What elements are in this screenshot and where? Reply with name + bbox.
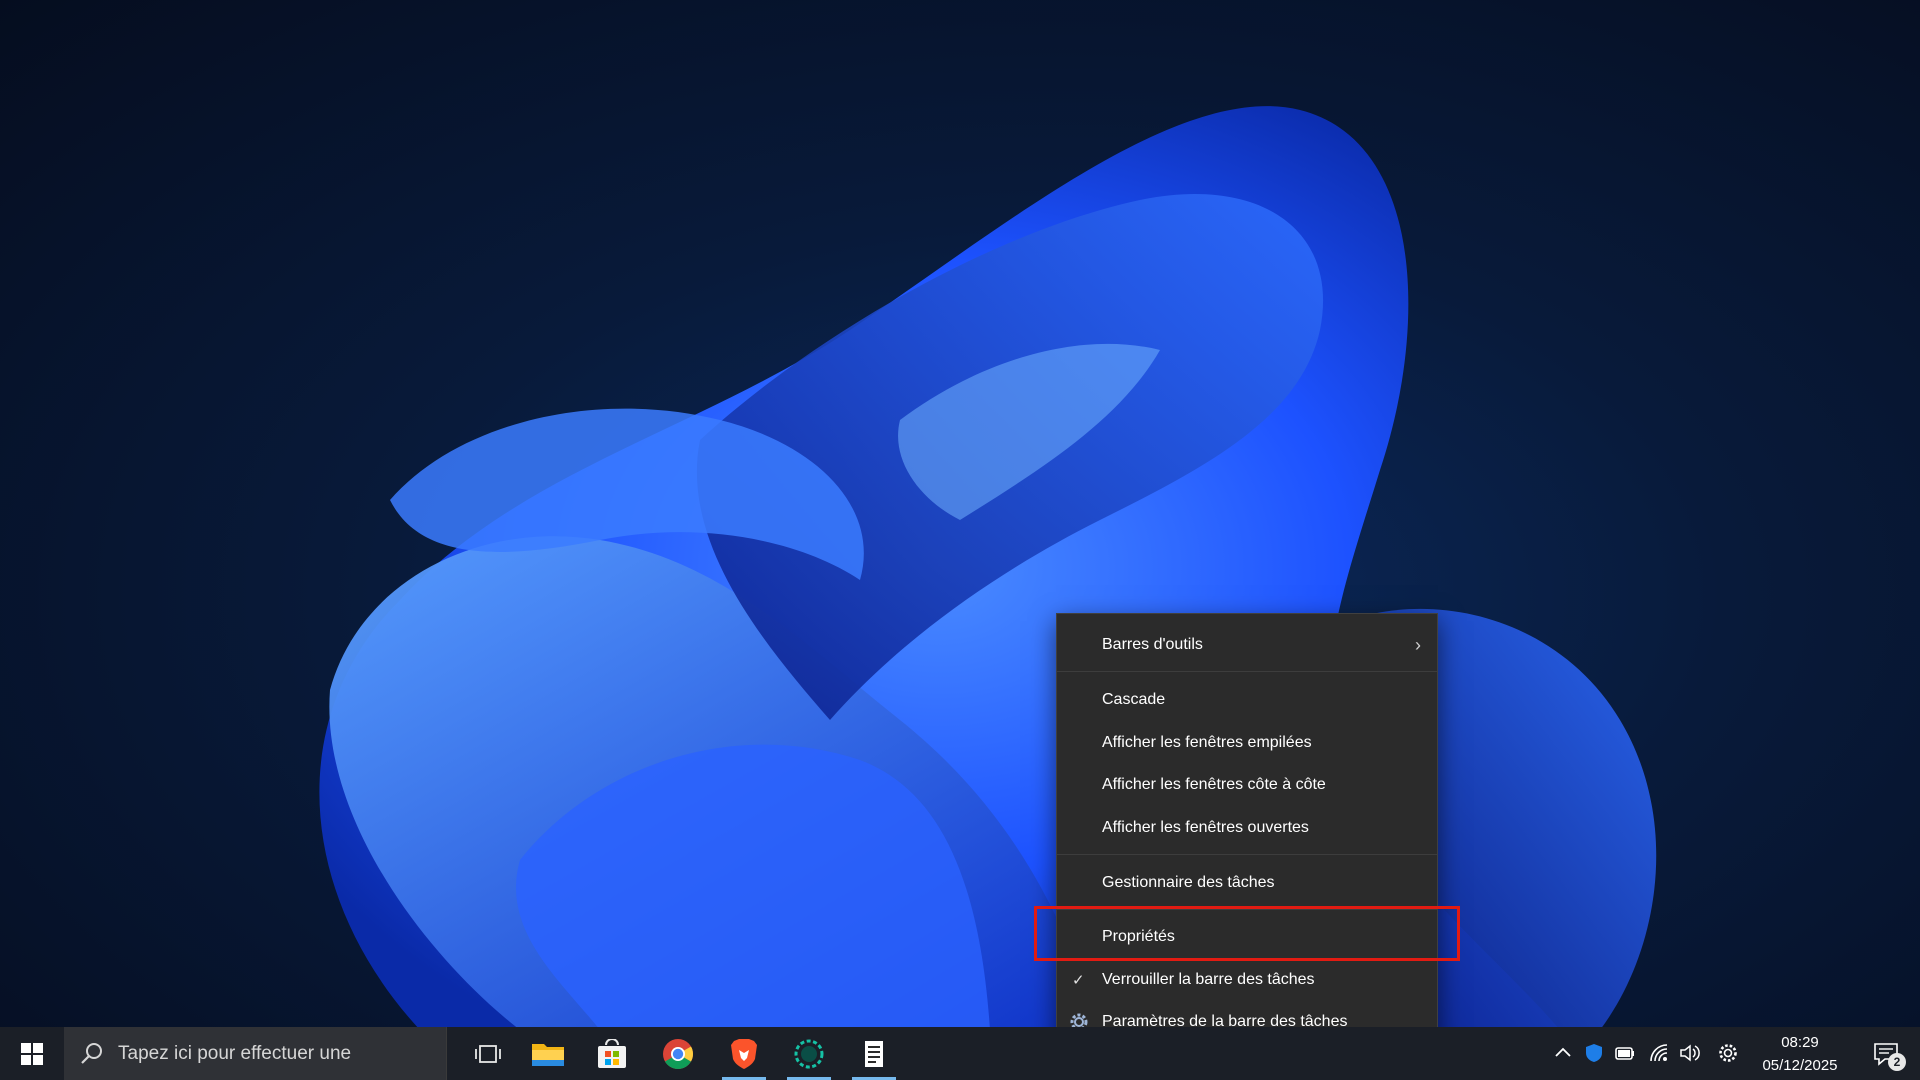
notepad-app-button[interactable] (846, 1027, 902, 1080)
circle-app-icon (794, 1039, 824, 1068)
menu-item-lock-taskbar[interactable]: ✓ Verrouiller la barre des tâches (1057, 960, 1437, 1000)
clock-time: 08:29 (1781, 1034, 1819, 1051)
notification-center-button[interactable]: 2 (1862, 1027, 1912, 1080)
menu-item-stacked-windows[interactable]: Afficher les fenêtres empilées (1057, 723, 1437, 763)
windows-logo-icon (21, 1042, 43, 1065)
menu-item-label: Gestionnaire des tâches (1102, 874, 1275, 891)
volume-icon[interactable] (1678, 1042, 1700, 1064)
chevron-up-icon[interactable] (1552, 1042, 1574, 1064)
chrome-button[interactable] (650, 1027, 706, 1080)
menu-separator (1057, 854, 1437, 855)
menu-item-label: Verrouiller la barre des tâches (1102, 971, 1315, 988)
menu-item-task-manager[interactable]: Gestionnaire des tâches (1057, 863, 1437, 903)
menu-item-label: Afficher les fenêtres côte à côte (1102, 776, 1326, 793)
start-button[interactable] (0, 1027, 64, 1080)
shield-icon[interactable] (1583, 1042, 1605, 1064)
notepad-app-icon (865, 1040, 883, 1067)
battery-icon[interactable] (1614, 1042, 1636, 1064)
brave-icon (731, 1038, 757, 1069)
search-placeholder: Tapez ici pour effectuer une (118, 1043, 352, 1064)
menu-item-properties[interactable]: Propriétés (1057, 917, 1437, 957)
file-explorer-button[interactable] (520, 1027, 576, 1080)
file-explorer-icon (532, 1043, 564, 1066)
task-view-icon (475, 1044, 501, 1063)
notification-count-badge: 2 (1888, 1053, 1906, 1071)
search-icon (81, 1043, 102, 1064)
taskbar-clock[interactable]: 08:29 05/12/2025 (1752, 1031, 1848, 1077)
menu-item-side-by-side-windows[interactable]: Afficher les fenêtres côte à côte (1057, 765, 1437, 805)
menu-item-label: Afficher les fenêtres empilées (1102, 734, 1312, 751)
circle-app-button[interactable] (781, 1027, 837, 1080)
chevron-right-icon: › (1415, 634, 1421, 655)
menu-item-toolbars[interactable]: Barres d'outils › (1057, 625, 1437, 665)
brave-button[interactable] (716, 1027, 772, 1080)
microsoft-store-icon (598, 1038, 626, 1068)
chrome-icon (663, 1038, 694, 1069)
taskbar[interactable]: Tapez ici pour effectuer une 08:29 05/12… (0, 1027, 1920, 1080)
menu-item-label: Cascade (1102, 691, 1166, 708)
menu-item-label: Afficher les fenêtres ouvertes (1102, 819, 1309, 836)
clock-date: 05/12/2025 (1762, 1057, 1838, 1074)
checkmark-icon: ✓ (1072, 972, 1085, 989)
desktop[interactable]: Barres d'outils › Cascade Afficher les f… (0, 0, 1920, 1080)
taskbar-search-box[interactable]: Tapez ici pour effectuer une (64, 1027, 447, 1080)
wallpaper-bloom (319, 106, 1657, 1030)
wifi-icon[interactable] (1648, 1042, 1670, 1064)
menu-item-label: Propriétés (1102, 928, 1175, 945)
taskbar-context-menu: Barres d'outils › Cascade Afficher les f… (1056, 613, 1438, 1051)
task-view-button[interactable] (460, 1027, 516, 1080)
menu-separator (1057, 909, 1437, 910)
menu-item-label: Barres d'outils (1102, 636, 1203, 653)
gear-icon[interactable] (1717, 1042, 1739, 1064)
menu-item-show-desktop[interactable]: Afficher les fenêtres ouvertes (1057, 808, 1437, 848)
microsoft-store-button[interactable] (584, 1027, 640, 1080)
menu-separator (1057, 671, 1437, 672)
menu-item-cascade[interactable]: Cascade (1057, 680, 1437, 720)
